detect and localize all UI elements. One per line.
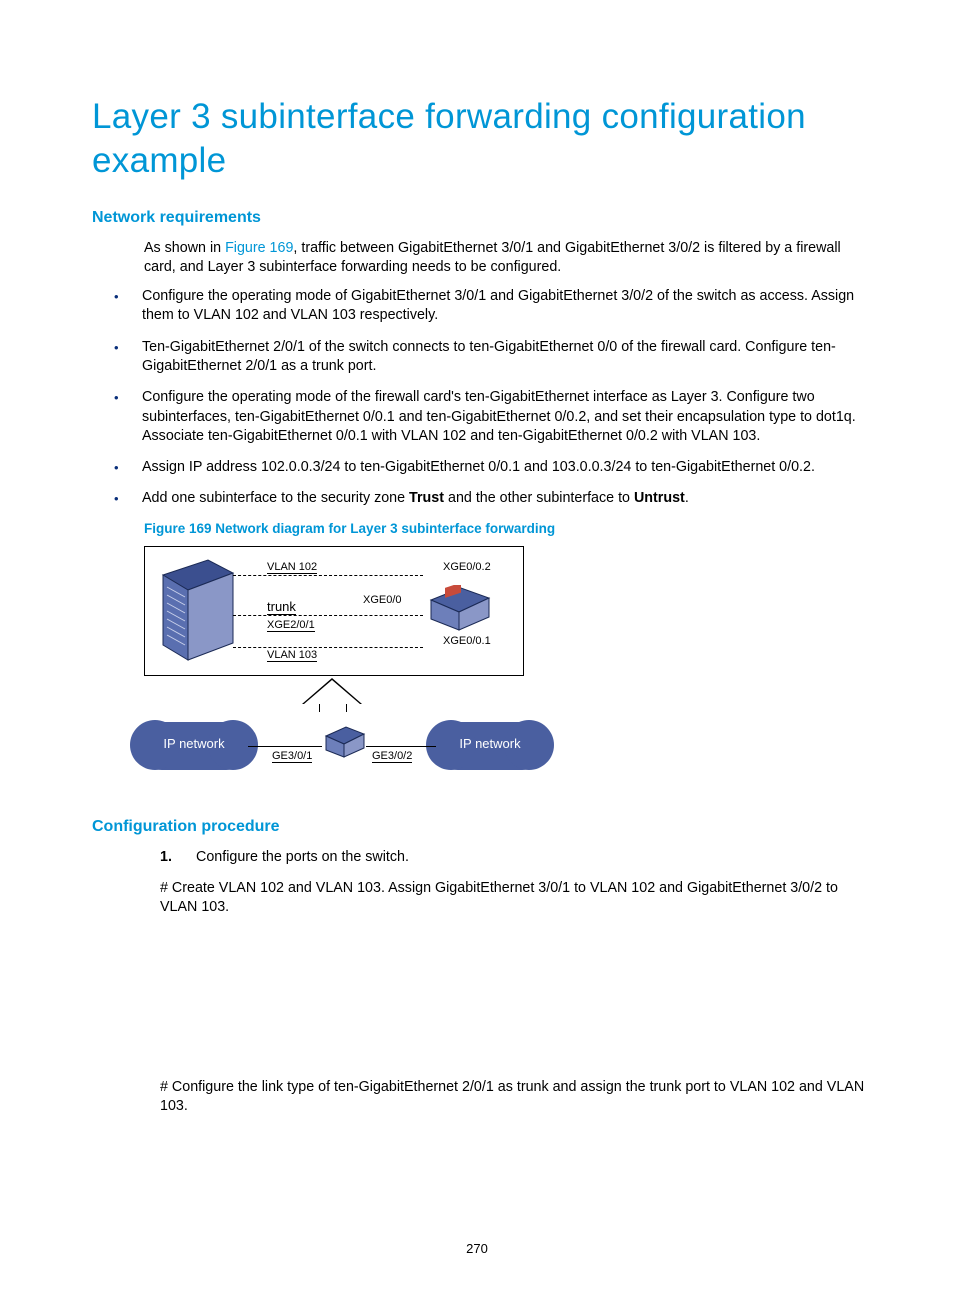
- section-heading-network-requirements: Network requirements: [92, 209, 874, 227]
- label-xge001: XGE0/0.1: [443, 635, 491, 647]
- label-xge201: XGE2/0/1: [267, 619, 315, 632]
- cloud-text: IP network: [434, 736, 546, 751]
- cloud-text: IP network: [138, 736, 250, 751]
- list-item: Assign IP address 102.0.0.3/24 to ten-Gi…: [142, 458, 874, 477]
- label-xge00: XGE0/0: [363, 594, 402, 606]
- procedure-step-1: 1. Configure the ports on the switch.: [196, 848, 874, 867]
- figure-caption: Figure 169 Network diagram for Layer 3 s…: [144, 521, 874, 536]
- page: Layer 3 subinterface forwarding configur…: [0, 0, 954, 1296]
- step-number: 1.: [160, 848, 172, 867]
- diagram-lower: IP network IP network GE3/0/1 GE3/0/2: [144, 716, 564, 796]
- mini-switch-icon: [320, 724, 370, 762]
- conn-right: [366, 746, 436, 747]
- requirements-list: Configure the operating mode of GigabitE…: [92, 287, 874, 509]
- figure-link[interactable]: Figure 169: [225, 240, 293, 256]
- diagram-arrow: [144, 676, 524, 710]
- bullet5-trust: Trust: [409, 490, 444, 506]
- list-item: Ten-GigabitEthernet 2/0/1 of the switch …: [142, 338, 874, 377]
- firewall-device-icon: [423, 585, 497, 635]
- list-item: Configure the operating mode of the fire…: [142, 388, 874, 446]
- label-vlan102: VLAN 102: [267, 561, 317, 574]
- label-vlan103: VLAN 103: [267, 649, 317, 662]
- dashed-link-vlan103: [233, 647, 423, 648]
- blank-space: [92, 928, 874, 1078]
- intro-paragraph: As shown in Figure 169, traffic between …: [92, 239, 874, 278]
- label-trunk: trunk: [267, 599, 296, 615]
- bullet5-untrust: Untrust: [634, 490, 685, 506]
- dashed-link-vlan102: [233, 575, 423, 576]
- network-diagram: VLAN 102 XGE0/0.2 trunk XGE0/0 XGE2/0/1 …: [144, 546, 874, 796]
- step-text: Configure the ports on the switch.: [196, 849, 409, 865]
- procedure-list: 1. Configure the ports on the switch.: [92, 848, 874, 867]
- label-ge302: GE3/0/2: [372, 750, 412, 763]
- ip-network-cloud-left: IP network: [138, 722, 250, 770]
- bullet5-a: Add one subinterface to the security zon…: [142, 490, 409, 506]
- section-heading-configuration-procedure: Configuration procedure: [92, 818, 874, 836]
- switch-device-icon: [153, 555, 243, 665]
- conn-left: [248, 746, 322, 747]
- procedure-note-2: # Configure the link type of ten-Gigabit…: [92, 1078, 874, 1117]
- ip-network-cloud-right: IP network: [434, 722, 546, 770]
- intro-text-a: As shown in: [144, 240, 225, 256]
- label-xge002: XGE0/0.2: [443, 561, 491, 573]
- page-number: 270: [0, 1241, 954, 1256]
- bullet5-c: and the other subinterface to: [444, 490, 634, 506]
- list-item: Add one subinterface to the security zon…: [142, 489, 874, 508]
- list-item: Configure the operating mode of GigabitE…: [142, 287, 874, 326]
- bullet5-e: .: [685, 490, 689, 506]
- procedure-note-1: # Create VLAN 102 and VLAN 103. Assign G…: [92, 879, 874, 918]
- diagram-upper-box: VLAN 102 XGE0/0.2 trunk XGE0/0 XGE2/0/1 …: [144, 546, 524, 676]
- page-title: Layer 3 subinterface forwarding configur…: [92, 95, 874, 183]
- dashed-link-trunk: [233, 615, 423, 616]
- label-ge301: GE3/0/1: [272, 750, 312, 763]
